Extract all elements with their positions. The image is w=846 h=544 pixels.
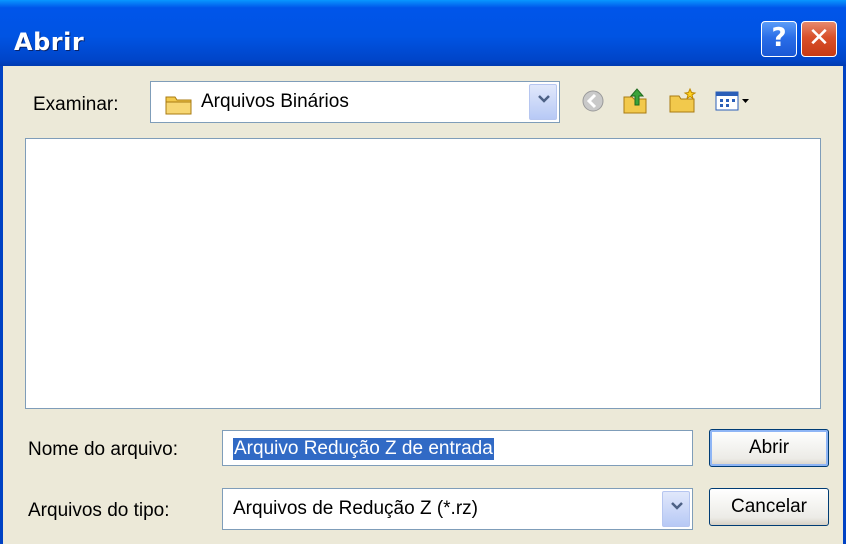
chevron-down-icon [671, 502, 683, 510]
help-button[interactable]: ? [761, 21, 797, 57]
location-label: Examinar: [33, 94, 119, 115]
close-button[interactable]: ✕ [801, 21, 837, 57]
cancel-button[interactable]: Cancelar [709, 488, 829, 526]
back-icon[interactable] [578, 87, 608, 115]
chevron-down-icon [538, 95, 550, 103]
location-combo[interactable]: Arquivos Binários [150, 81, 560, 123]
window-title: Abrir [14, 28, 85, 56]
location-dropdown-button[interactable] [529, 84, 557, 120]
new-folder-icon[interactable] [668, 87, 698, 115]
filename-value: Arquivo Redução Z de entrada [233, 438, 494, 460]
filetype-combo[interactable]: Arquivos de Redução Z (*.rz) [222, 488, 693, 530]
filetype-value: Arquivos de Redução Z (*.rz) [233, 498, 478, 519]
view-menu-icon[interactable] [714, 87, 754, 115]
filetype-dropdown-button[interactable] [662, 491, 690, 527]
filetype-label: Arquivos do tipo: [28, 500, 170, 521]
title-bar[interactable]: Abrir ? ✕ [0, 0, 846, 66]
open-button[interactable]: Abrir [709, 429, 829, 467]
filename-input[interactable]: Arquivo Redução Z de entrada [222, 430, 693, 466]
folder-icon [165, 93, 193, 121]
filename-label: Nome do arquivo: [28, 439, 178, 460]
up-folder-icon[interactable] [620, 87, 650, 115]
file-list[interactable] [25, 138, 821, 409]
location-value: Arquivos Binários [201, 91, 349, 112]
